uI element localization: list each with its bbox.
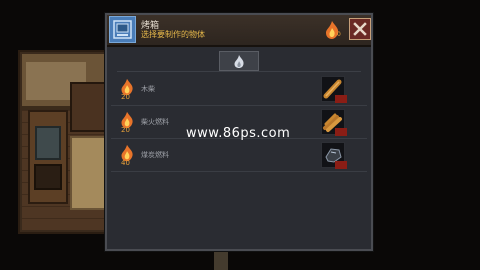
room-stool bbox=[34, 164, 62, 190]
firewood-icon bbox=[321, 76, 347, 103]
close-button[interactable] bbox=[349, 18, 371, 40]
recipe-name: 木柴 bbox=[141, 85, 155, 93]
recipe-row-firewood[interactable]: 20 木柴 bbox=[111, 73, 367, 106]
fuel-value: 40 bbox=[121, 159, 130, 167]
kindling-icon bbox=[321, 109, 347, 136]
tab-divider bbox=[117, 71, 361, 72]
dialog-header: 烤箱 选择要制作的物体 0 bbox=[107, 15, 371, 47]
recipe-name: 柴火燃料 bbox=[141, 118, 169, 126]
close-icon bbox=[353, 22, 367, 36]
watermark-text: www.86ps.com bbox=[186, 126, 291, 141]
recipe-list: 20 木柴 20 柴火燃料 40 煤炭燃料 bbox=[111, 73, 367, 172]
oven-icon bbox=[109, 16, 136, 43]
fuel-value: 20 bbox=[121, 126, 130, 134]
tab-fire[interactable] bbox=[219, 51, 259, 71]
flame-icon bbox=[234, 55, 244, 68]
fuel-count: 0 bbox=[337, 31, 341, 38]
doorway-light bbox=[214, 252, 228, 270]
dialog-subtitle: 选择要制作的物体 bbox=[141, 30, 205, 39]
recipe-name: 煤炭燃料 bbox=[141, 151, 169, 159]
fuel-value: 20 bbox=[121, 93, 130, 101]
room-bed-blanket bbox=[35, 126, 61, 160]
coal-icon bbox=[321, 142, 347, 169]
recipe-row-coal[interactable]: 40 煤炭燃料 bbox=[111, 139, 367, 172]
